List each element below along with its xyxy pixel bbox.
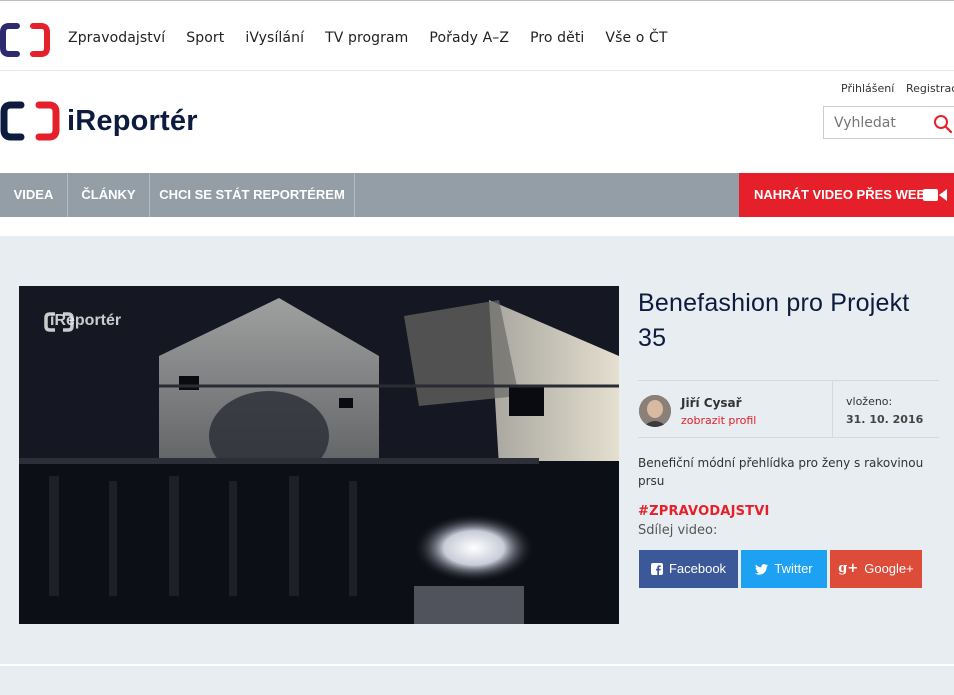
nav-chci-se-stat-reporterem[interactable]: CHCI SE STÁT REPORTÉREM <box>150 173 355 217</box>
google-plus-icon: g+ <box>838 561 859 576</box>
ct-logo-icon[interactable] <box>0 23 50 57</box>
meta-divider <box>832 381 833 438</box>
twitter-share-button[interactable]: Twitter <box>741 550 827 588</box>
watermark-logo-icon <box>44 312 74 332</box>
upload-video-label: NAHRÁT VIDEO PŘES WEB <box>754 187 926 202</box>
main-navigation: VIDEA ČLÁNKY CHCI SE STÁT REPORTÉREM NAH… <box>0 173 954 217</box>
login-link[interactable]: Přihlášení <box>841 82 894 95</box>
posted-label: vloženo: <box>846 395 893 408</box>
video-camera-icon <box>923 189 947 201</box>
video-frame <box>19 286 619 624</box>
nav-clanky[interactable]: ČLÁNKY <box>68 173 150 217</box>
nav-videa[interactable]: VIDEA <box>0 173 68 217</box>
video-watermark: iReportér <box>44 312 121 332</box>
facebook-icon <box>650 563 663 575</box>
view-profile-link[interactable]: zobrazit profil <box>681 414 756 427</box>
browser-top-edge <box>0 0 954 8</box>
search-input[interactable] <box>824 107 924 138</box>
twitter-icon <box>755 563 769 575</box>
top-nav-ivysilani[interactable]: iVysílání <box>245 30 304 46</box>
next-section <box>0 666 954 695</box>
site-header: iReportér Přihlášení Registrace <box>0 71 954 173</box>
ct-top-navigation: Zpravodajství Sport iVysílání TV program… <box>0 8 954 71</box>
facebook-label: Facebook <box>668 561 727 576</box>
video-description: Benefiční módní přehlídka pro ženy s rak… <box>638 456 924 488</box>
top-nav-zpravodajstvi[interactable]: Zpravodajství <box>68 30 165 46</box>
video-title: Benefashion pro Projekt 35 <box>638 289 910 352</box>
top-nav-sport[interactable]: Sport <box>186 30 224 46</box>
twitter-label: Twitter <box>774 561 813 576</box>
search-box <box>823 106 954 139</box>
top-nav-tv-program[interactable]: TV program <box>325 30 408 46</box>
top-nav-vse-o-ct[interactable]: Vše o ČT <box>605 30 667 46</box>
author-name[interactable]: Jiří Cysař <box>681 396 742 410</box>
google-plus-share-button[interactable]: g+ Google+ <box>830 550 922 588</box>
top-nav-pro-deti[interactable]: Pro děti <box>530 30 584 46</box>
video-info-panel: Benefashion pro Projekt 35 Jiří Cysař zo… <box>638 286 939 588</box>
register-link[interactable]: Registrace <box>906 82 954 95</box>
google-plus-label: Google+ <box>864 561 914 576</box>
spacer <box>0 217 954 236</box>
category-tag[interactable]: #ZPRAVODAJSTVI <box>638 504 770 519</box>
site-title[interactable]: iReportér <box>67 105 198 138</box>
avatar-image <box>639 395 671 427</box>
posted-date: 31. 10. 2016 <box>846 413 924 426</box>
video-detail-section: iReportér Benefashion pro Projekt 35 Jiř… <box>0 236 954 665</box>
share-label: Sdílej video: <box>638 523 718 538</box>
video-player[interactable]: iReportér <box>19 286 619 624</box>
top-nav-porady-az[interactable]: Pořady A–Z <box>429 30 509 46</box>
search-icon[interactable] <box>933 114 953 134</box>
facebook-share-button[interactable]: Facebook <box>639 550 738 588</box>
ireporter-logo-icon[interactable] <box>0 101 60 141</box>
video-meta: Jiří Cysař zobrazit profil vloženo: 31. … <box>638 380 939 438</box>
upload-video-button[interactable]: NAHRÁT VIDEO PŘES WEB <box>739 173 954 217</box>
avatar[interactable] <box>639 395 671 427</box>
